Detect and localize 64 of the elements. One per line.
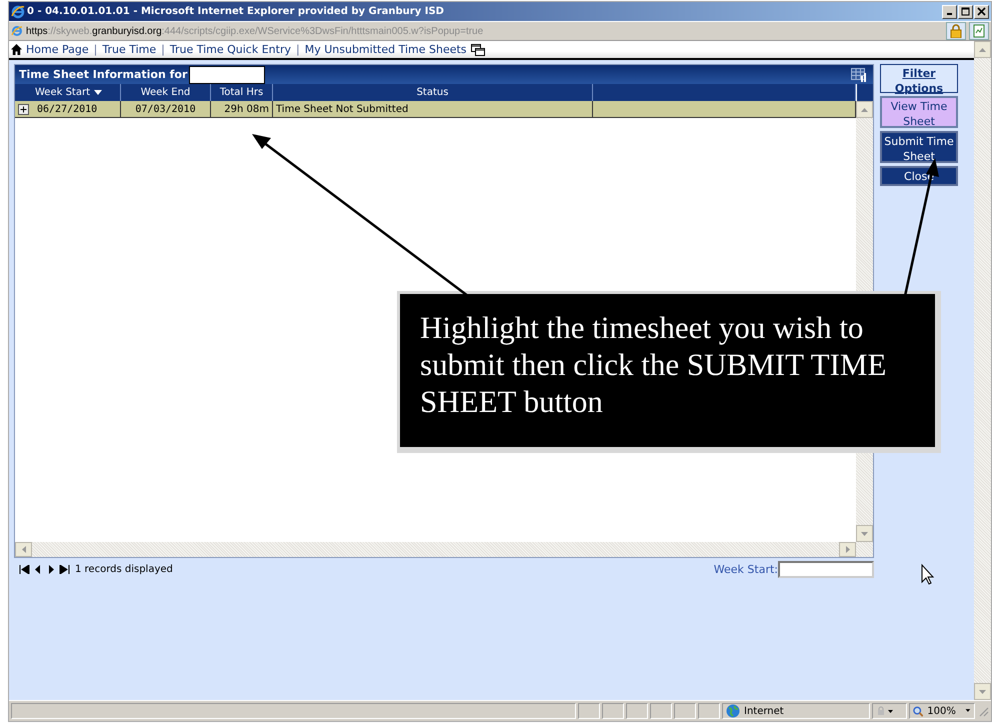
nav-link[interactable]: True Time <box>102 43 156 56</box>
browser-logo-icon <box>11 4 25 18</box>
close-button[interactable] <box>974 4 989 18</box>
status-pane <box>578 703 600 719</box>
window-title: 0 - 04.10.01.01.01 - Microsoft Internet Explorer provided by Granbury ISD <box>27 6 444 17</box>
records-count: 1 records displayed <box>75 564 173 575</box>
table-cell: 06/27/2010 <box>37 104 98 114</box>
left-arrow-icon <box>22 546 26 553</box>
status-pane <box>698 703 720 719</box>
filter-link[interactable]: Filter Options <box>880 64 958 93</box>
status-pane <box>626 703 648 719</box>
table-cell: 07/03/2010 <box>135 104 196 114</box>
scroll-down-button[interactable] <box>974 683 991 700</box>
popout-windows-icon <box>470 44 485 56</box>
mouse-cursor-icon <box>922 564 934 585</box>
zoom-button[interactable]: 100% <box>909 703 975 719</box>
down-arrow-icon <box>979 690 986 694</box>
scroll-up-button[interactable] <box>856 101 873 118</box>
nav-link[interactable]: Home Page <box>26 43 89 56</box>
scroll-up-button[interactable] <box>974 41 991 58</box>
action-button[interactable]: View Time Sheet <box>880 96 958 128</box>
globe-icon <box>726 704 740 718</box>
grid-chart-icon <box>851 68 867 82</box>
scroll-down-button[interactable] <box>856 525 873 542</box>
magnifier-icon <box>913 706 924 716</box>
compatibility-button[interactable] <box>969 22 989 40</box>
zone-label: Internet <box>744 706 784 716</box>
protected-mode-button[interactable] <box>872 703 907 719</box>
last-page-icon[interactable] <box>59 565 70 574</box>
status-pane <box>602 703 624 719</box>
minimize-button[interactable] <box>942 4 957 18</box>
page-icon <box>11 25 23 37</box>
right-arrow-icon <box>846 546 850 553</box>
previous-page-icon[interactable] <box>35 565 42 574</box>
callout-text: Highlight the timesheet you wish to submit then click the SUBMIT TIME SHEET button <box>420 309 888 420</box>
field-label: Week Start: <box>714 563 778 576</box>
expand-icon[interactable] <box>18 104 29 114</box>
table-cell: 29h 08m <box>224 104 269 114</box>
nav-separator: | <box>295 43 301 56</box>
nav-separator: | <box>92 43 98 56</box>
nav-link[interactable]: My Unsubmitted Time Sheets <box>304 43 467 56</box>
status-pane <box>674 703 696 719</box>
up-arrow-icon <box>979 48 986 52</box>
first-page-icon[interactable] <box>19 565 30 574</box>
action-button[interactable]: Submit Time Sheet <box>880 131 958 163</box>
maximize-icon <box>961 7 970 16</box>
scroll-right-button[interactable] <box>839 542 856 557</box>
nav-separator: | <box>160 43 166 56</box>
status-pane <box>650 703 672 719</box>
document-icon <box>973 24 985 38</box>
scroll-left-button[interactable] <box>15 542 32 557</box>
up-arrow-icon <box>861 108 868 112</box>
lock-dropdown-icon <box>876 706 894 716</box>
maximize-button[interactable] <box>958 4 973 18</box>
table-cell: Time Sheet Not Submitted <box>276 104 408 114</box>
address-url[interactable]: https://skyweb.granburyisd.org:444/scripts/cgiip.exe/WService%3DwsFin/htttsmain005.w?isPopup=true <box>26 26 484 36</box>
resize-grip-icon <box>977 705 989 717</box>
nav-link[interactable]: True Time Quick Entry <box>170 43 291 56</box>
padlock-icon <box>950 24 962 38</box>
close-icon <box>977 7 986 16</box>
week-start-field[interactable] <box>778 561 874 578</box>
down-arrow-icon <box>861 532 868 536</box>
next-page-icon[interactable] <box>47 565 54 574</box>
panel-title: Time Sheet Information for <box>19 68 188 81</box>
